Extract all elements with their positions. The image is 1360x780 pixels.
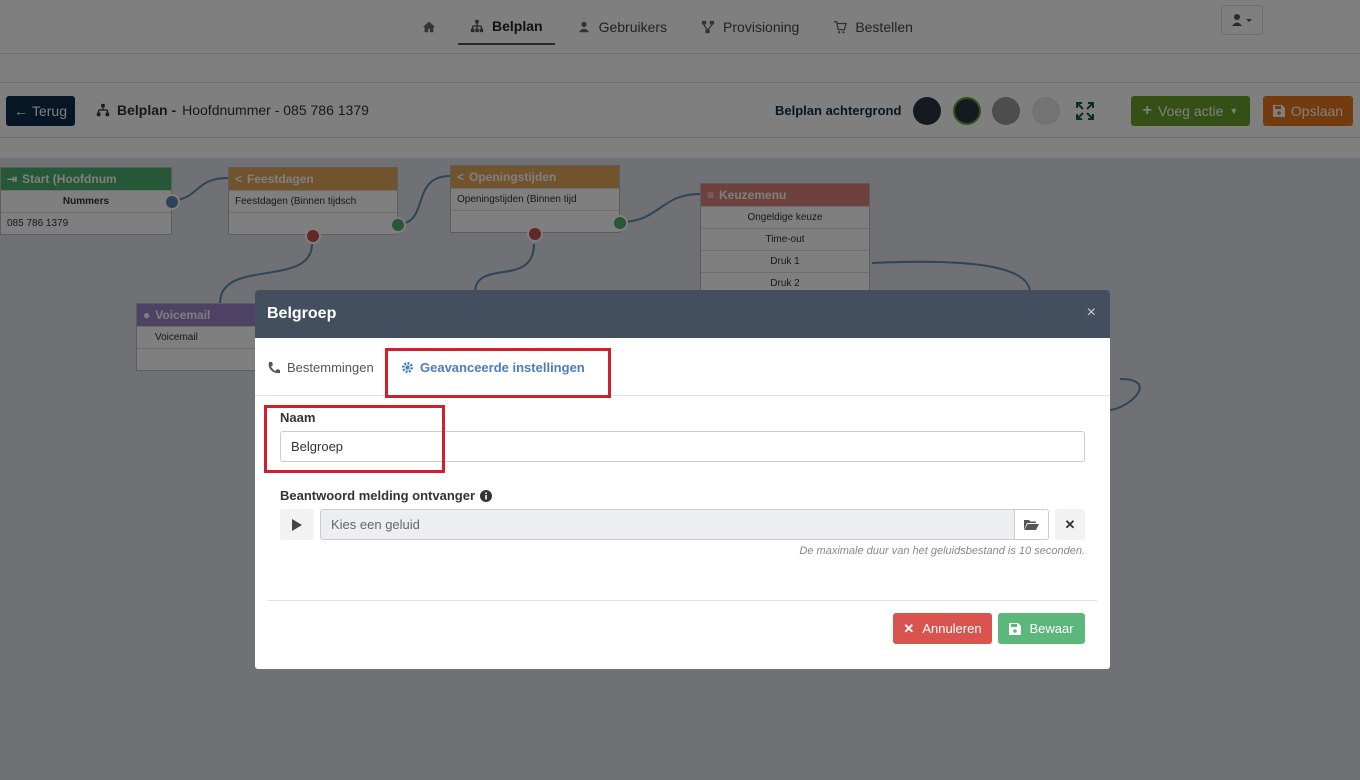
floppy-icon [1009, 622, 1022, 635]
close-icon: ✕ [1064, 516, 1076, 532]
tab-label: Bestemmingen [287, 360, 374, 375]
answer-label: Beantwoord melding ontvanger [280, 488, 476, 503]
answer-label-row: Beantwoord melding ontvanger [280, 488, 493, 503]
folder-open-icon [1024, 519, 1039, 530]
modal-header: Belgroep [255, 290, 1110, 338]
belgroep-modal: Belgroep × Bestemmingen Geavanceerde ins… [255, 290, 1110, 669]
modal-title: Belgroep [267, 305, 337, 322]
save-label: Bewaar [1029, 621, 1074, 636]
tab-destinations[interactable]: Bestemmingen [267, 360, 374, 375]
modal-tabs: Bestemmingen Geavanceerde instellingen [255, 338, 1110, 396]
phone-icon [268, 361, 280, 373]
file-duration-hint: De maximale duur van het geluidsbestand … [799, 545, 1085, 557]
play-button[interactable] [280, 509, 314, 540]
close-icon: ✕ [903, 620, 915, 636]
sound-select[interactable]: Kies een geluid [320, 509, 1015, 540]
close-icon[interactable]: × [1087, 304, 1096, 322]
highlight-box-tab [385, 348, 611, 398]
clear-sound-button[interactable]: ✕ [1055, 509, 1085, 540]
play-icon [292, 518, 302, 531]
browse-sound-button[interactable] [1015, 509, 1049, 540]
info-icon[interactable] [480, 489, 493, 502]
save-button[interactable]: Bewaar [998, 613, 1085, 644]
cancel-button[interactable]: ✕ Annuleren [893, 613, 992, 644]
cancel-label: Annuleren [922, 621, 982, 636]
highlight-box-name [264, 405, 445, 473]
sound-placeholder: Kies een geluid [331, 517, 420, 532]
footer-divider [267, 600, 1097, 601]
